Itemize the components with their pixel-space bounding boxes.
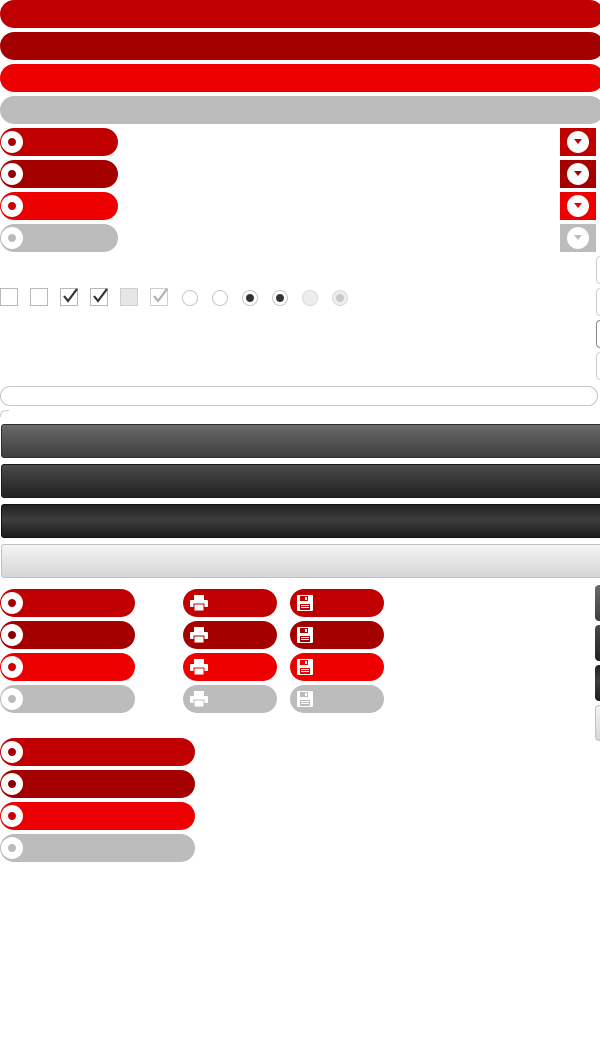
light-gray-bar[interactable] [1, 544, 600, 578]
radio-button-disabled [0, 224, 118, 252]
floppy-disk-icon [297, 627, 313, 643]
printer-icon [190, 659, 208, 675]
chevron-down-icon [574, 203, 582, 208]
radio-button-bright-wide[interactable] [0, 802, 195, 830]
chevron-down-icon [574, 235, 582, 240]
radio-button-disabled-wide [0, 834, 195, 862]
radio-button-dark[interactable] [0, 160, 118, 188]
print-button-disabled [183, 685, 277, 713]
save-button[interactable] [290, 653, 384, 681]
printer-icon [190, 691, 208, 707]
chevron-down-icon [574, 139, 582, 144]
chevron-down-icon [574, 171, 582, 176]
radio-button-bright-medium[interactable] [0, 653, 135, 681]
save-button[interactable] [290, 621, 384, 649]
radio-disabled-selected [332, 290, 348, 306]
dropdown-button-dark[interactable] [560, 160, 596, 188]
checkbox-unchecked[interactable] [30, 288, 48, 306]
checkbox-checked[interactable] [90, 288, 108, 306]
radio-unselected[interactable] [182, 290, 198, 306]
radio-selected[interactable] [272, 290, 288, 306]
radio-unselected[interactable] [212, 290, 228, 306]
radio-knob-icon [1, 163, 23, 185]
print-button[interactable] [183, 653, 277, 681]
dark-gray-bar[interactable] [1, 424, 600, 458]
floppy-disk-icon [297, 595, 313, 611]
checkbox-disabled [120, 288, 138, 306]
red-bar-primary[interactable] [0, 0, 600, 28]
checkmark-icon [153, 288, 168, 303]
radio-disabled [302, 290, 318, 306]
radio-button-dark-wide[interactable] [0, 770, 195, 798]
radio-knob-icon [1, 131, 23, 153]
dropdown-button-disabled [560, 224, 596, 252]
edge-tab-dark-gray[interactable] [595, 585, 600, 621]
checkmark-icon [93, 288, 108, 303]
radio-selected[interactable] [242, 290, 258, 306]
radio-knob-icon [1, 592, 23, 614]
save-button[interactable] [290, 589, 384, 617]
print-button[interactable] [183, 621, 277, 649]
radio-button-disabled-medium [0, 685, 135, 713]
save-button-disabled [290, 685, 384, 713]
radio-button-primary-medium[interactable] [0, 589, 135, 617]
radio-button-bright[interactable] [0, 192, 118, 220]
dropdown-button-bright[interactable] [560, 192, 596, 220]
radio-knob-icon [1, 195, 23, 217]
radio-button-dark-medium[interactable] [0, 621, 135, 649]
printer-icon [190, 595, 208, 611]
radio-knob-icon [1, 656, 23, 678]
floppy-disk-icon [297, 659, 313, 675]
red-bar-bright[interactable] [0, 64, 600, 92]
radio-knob-icon [1, 805, 23, 827]
radio-knob-icon [1, 688, 23, 710]
field-corner [0, 410, 9, 417]
radio-knob-icon [1, 227, 23, 249]
gray-bar-disabled [0, 96, 600, 124]
edge-input-sliver[interactable] [596, 288, 600, 316]
edge-input-sliver[interactable] [596, 320, 600, 348]
black-glossy-bar[interactable] [1, 504, 600, 538]
darker-gray-bar[interactable] [1, 464, 600, 498]
checkbox-unchecked[interactable] [0, 288, 18, 306]
radio-knob-icon [1, 837, 23, 859]
radio-button-primary[interactable] [0, 128, 118, 156]
checkmark-icon [63, 288, 78, 303]
radio-knob-icon [1, 624, 23, 646]
text-field[interactable] [0, 386, 598, 406]
edge-tab-darker-gray[interactable] [595, 625, 600, 661]
edge-tab-light[interactable] [595, 705, 600, 741]
edge-tab-black[interactable] [595, 665, 600, 701]
floppy-disk-icon [297, 691, 313, 707]
edge-input-sliver[interactable] [596, 352, 600, 380]
radio-knob-icon [1, 773, 23, 795]
radio-button-primary-wide[interactable] [0, 738, 195, 766]
radio-knob-icon [1, 741, 23, 763]
edge-input-sliver[interactable] [596, 256, 600, 284]
checkbox-disabled-checked [150, 288, 168, 306]
printer-icon [190, 627, 208, 643]
dropdown-button-primary[interactable] [560, 128, 596, 156]
checkbox-checked[interactable] [60, 288, 78, 306]
print-button[interactable] [183, 589, 277, 617]
red-bar-dark[interactable] [0, 32, 600, 60]
